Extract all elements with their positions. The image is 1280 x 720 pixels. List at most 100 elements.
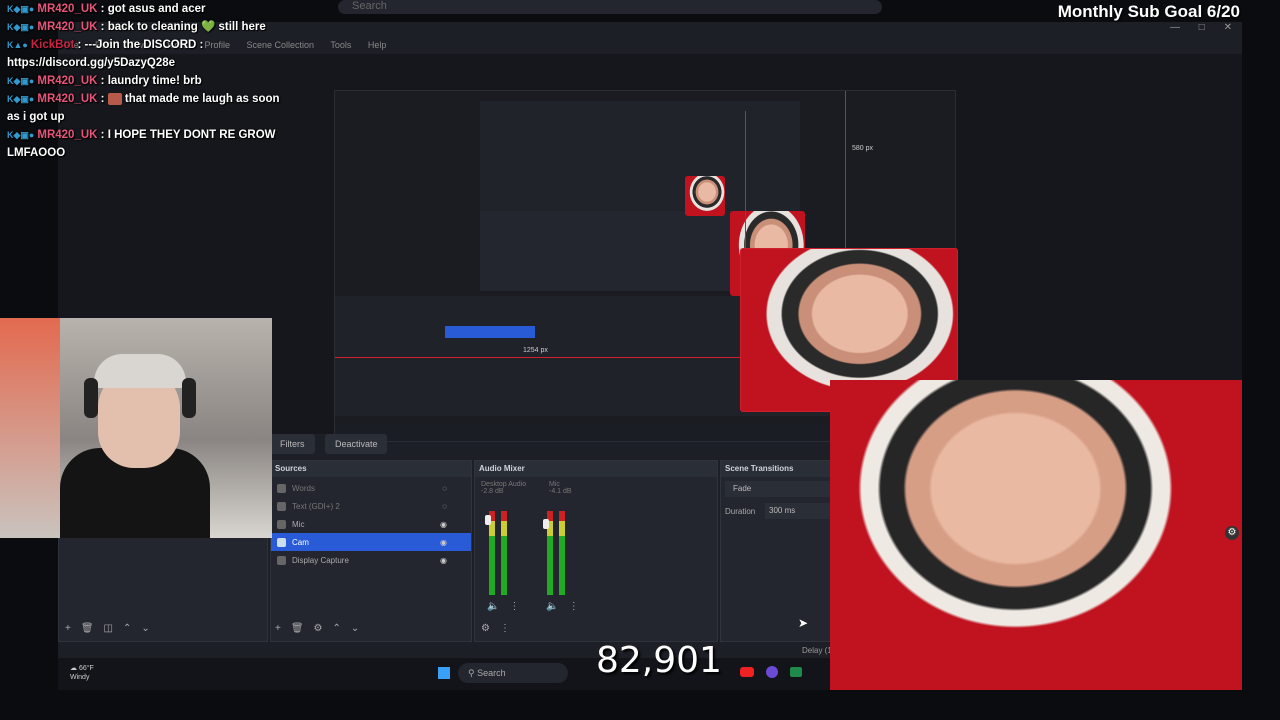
- volume-meter-desktop-r: [501, 511, 507, 595]
- window-controls: — □ ✕: [1154, 22, 1232, 33]
- source-row-mic[interactable]: Mic ◉: [271, 515, 471, 533]
- sources-title: Sources: [271, 461, 471, 477]
- sub-goal-text: Monthly Sub Goal 6/20: [1057, 2, 1240, 21]
- eye-icon[interactable]: ◉: [440, 520, 447, 529]
- search-icon: ⚲: [468, 668, 475, 678]
- badge-icons: K◆▣●: [7, 94, 35, 104]
- eye-icon[interactable]: ◌: [442, 502, 447, 511]
- weather-widget[interactable]: ☁ 66°F Windy: [70, 664, 94, 682]
- taskbar-search[interactable]: ⚲ Search: [458, 663, 568, 683]
- badge-icons: K◆▣●: [7, 130, 35, 140]
- source-row-words[interactable]: Words ◌: [271, 479, 471, 497]
- chat-message: K▲● KickBot : ---Join the DISCORD : https…: [7, 39, 204, 69]
- trash-icon[interactable]: 🗑: [291, 623, 304, 634]
- streamer-cap: [94, 354, 186, 388]
- deactivate-button[interactable]: Deactivate: [324, 434, 388, 454]
- chat-message: K◆▣● MR420_UK : that made me laugh as soo…: [7, 92, 280, 123]
- chat-message: K◆▣● MR420_UK : got asus and acer: [7, 3, 206, 15]
- source-label: Cam: [292, 537, 309, 547]
- menu-help[interactable]: Help: [368, 40, 387, 50]
- menu-tools[interactable]: Tools: [330, 40, 351, 50]
- mixer-channel-mic: Mic -4.1 dB: [549, 481, 572, 495]
- badge-icons: K◆▣●: [7, 4, 35, 14]
- eye-icon[interactable]: ◉: [440, 538, 447, 547]
- chat-username: MR420_UK: [37, 129, 98, 141]
- mic-icon: [277, 519, 286, 529]
- chat-username: KickBot: [30, 39, 75, 51]
- mixer-controls: 🔈 ⋮ 🔈 ⋮: [487, 601, 589, 612]
- up-icon[interactable]: ⌃: [333, 623, 341, 634]
- chat-text: got asus and acer: [107, 3, 206, 15]
- delay-label: Delay (1: [802, 646, 832, 655]
- close-icon[interactable]: ✕: [1224, 22, 1232, 33]
- source-label: Display Capture: [292, 555, 349, 565]
- text-icon: [277, 483, 286, 493]
- down-icon[interactable]: ⌄: [141, 623, 149, 634]
- filters-button[interactable]: Filters: [270, 434, 315, 454]
- more-icon[interactable]: ⋮: [509, 601, 519, 612]
- weather-icon: ☁: [70, 665, 77, 672]
- volume-meter-mic-r: [559, 511, 565, 595]
- minimize-icon[interactable]: —: [1170, 22, 1180, 33]
- sources-dock: Sources Words ◌ Text (GDI+) 2 ◌ Mic ◉ Cam ◉ …: [270, 460, 472, 642]
- source-row-cam[interactable]: Cam ◉: [271, 533, 471, 551]
- emote-icon: [107, 92, 122, 105]
- gear-icon[interactable]: ⚙: [1225, 526, 1239, 540]
- more-icon[interactable]: ⋮: [500, 623, 510, 634]
- headset-icon: [84, 378, 98, 418]
- preview-size-label-2: 1254 px: [523, 347, 548, 354]
- chat-text: back to cleaning 💚 still here: [107, 21, 266, 33]
- mixer-toolbar: ⚙ ⋮: [481, 623, 520, 634]
- source-label: Text (GDI+) 2: [292, 501, 340, 511]
- add-icon[interactable]: +: [275, 623, 281, 634]
- badge-icons: K▲●: [7, 40, 28, 50]
- chat-username: MR420_UK: [37, 21, 98, 33]
- source-label: Words: [292, 483, 315, 493]
- maximize-icon[interactable]: □: [1199, 22, 1205, 33]
- audio-mixer-title: Audio Mixer: [475, 461, 717, 477]
- app-icon[interactable]: [766, 666, 778, 678]
- add-icon[interactable]: +: [65, 623, 71, 634]
- up-icon[interactable]: ⌃: [123, 623, 131, 634]
- filter-icon[interactable]: ◫: [104, 623, 113, 634]
- search-input[interactable]: Search: [338, 0, 882, 14]
- chat-message: K◆▣● MR420_UK : I HOPE THEY DONT RE GROW …: [7, 129, 276, 159]
- duration-label: Duration: [725, 507, 756, 516]
- app-icon[interactable]: [790, 667, 802, 677]
- speaker-icon[interactable]: 🔈: [546, 601, 558, 612]
- source-toolbar: Filters Deactivate: [270, 434, 770, 460]
- sources-toolbar: + 🗑 ⚙ ⌃ ⌄: [275, 623, 369, 634]
- settings-icon[interactable]: ⚙: [481, 623, 490, 634]
- badge-icons: K◆▣●: [7, 76, 35, 86]
- guest-camera-large: ⚙: [830, 380, 1242, 690]
- chat-overlay: K◆▣● MR420_UK : got asus and acer K◆▣● MR4…: [0, 0, 300, 162]
- monitor-icon: [277, 555, 286, 565]
- camera-icon: [277, 537, 286, 547]
- chat-username: MR420_UK: [37, 93, 98, 105]
- gear-icon[interactable]: ⚙: [314, 623, 323, 634]
- speaker-icon[interactable]: 🔈: [487, 601, 499, 612]
- preview-size-label: 580 px: [852, 145, 874, 152]
- chat-message: K◆▣● MR420_UK : laundry time! brb: [7, 75, 202, 87]
- down-icon[interactable]: ⌄: [351, 623, 359, 634]
- volume-slider-desktop[interactable]: [485, 515, 491, 525]
- badge-icons: K◆▣●: [7, 22, 35, 32]
- volume-slider-mic[interactable]: [543, 519, 549, 529]
- chat-username: MR420_UK: [37, 3, 98, 15]
- more-icon[interactable]: ⋮: [569, 601, 579, 612]
- audio-mixer-dock: Audio Mixer Desktop Audio -2.8 dB Mic -4.1…: [474, 460, 718, 642]
- youtube-icon[interactable]: [740, 667, 754, 677]
- source-row-text-gdi[interactable]: Text (GDI+) 2 ◌: [271, 497, 471, 515]
- text-icon: [277, 501, 286, 511]
- eye-icon[interactable]: ◉: [440, 556, 447, 565]
- viewer-counter: 82,901: [596, 640, 722, 681]
- streamer-webcam: [0, 318, 272, 538]
- source-label: Mic: [292, 519, 305, 529]
- source-row-display-capture[interactable]: Display Capture ◉: [271, 551, 471, 569]
- windows-start-icon[interactable]: [438, 667, 450, 679]
- chat-message: K◆▣● MR420_UK : back to cleaning 💚 still …: [7, 21, 266, 33]
- trash-icon[interactable]: 🗑: [81, 623, 94, 634]
- eye-icon[interactable]: ◌: [442, 484, 447, 493]
- mixer-channel-desktop: Desktop Audio -2.8 dB: [481, 481, 527, 495]
- chat-text: laundry time! brb: [107, 75, 202, 87]
